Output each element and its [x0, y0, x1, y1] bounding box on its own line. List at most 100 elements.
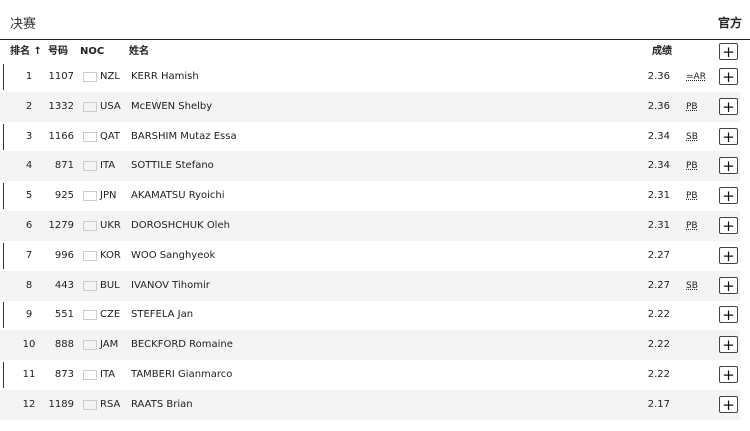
record-badge: PB [686, 221, 698, 231]
expand-row-button[interactable]: + [719, 68, 738, 85]
noc-cell: ITA [100, 160, 116, 172]
row-marker [3, 362, 4, 388]
expand-row-button[interactable]: + [719, 217, 738, 234]
athlete-name: DOROSHCHUK Oleh [131, 220, 230, 231]
result-cell: 2.27 [647, 249, 670, 261]
cze-flag-icon [83, 310, 97, 321]
result-cell: 2.22 [647, 339, 670, 351]
expand-all-button[interactable]: + [719, 43, 738, 60]
row-marker [3, 302, 4, 329]
bib-cell: 925 [54, 190, 74, 202]
official-label: 官方 [717, 16, 742, 30]
athlete-name: WOO Sanghyeok [131, 249, 216, 261]
expand-row-button[interactable]: + [719, 127, 738, 145]
kor-flag-icon [83, 250, 97, 261]
rank-cell: 9 [25, 309, 33, 321]
athlete-name: BARSHIM Mutaz Essa [131, 130, 237, 142]
table-row: 5 925 JPN AKAMATSU Ryoichi 2.31 PB + [0, 181, 740, 211]
noc-cell: QAT [100, 130, 121, 142]
ita-flag-icon [83, 370, 97, 380]
athlete-name: STEFELA Jan [131, 309, 194, 321]
rank-cell: 5 [25, 190, 33, 202]
jam-flag-icon [83, 340, 97, 351]
record-badge: PB [686, 161, 698, 172]
column-header-rank[interactable]: 排名 ↑ [10, 42, 42, 62]
expand-row-button[interactable]: + [719, 187, 738, 205]
expand-row-button[interactable]: + [719, 246, 738, 264]
rank-cell: 7 [25, 249, 33, 261]
usa-flag-icon [83, 101, 97, 112]
ukr-flag-icon [83, 221, 97, 231]
rank-cell: 10 [22, 339, 36, 351]
result-cell: 2.22 [647, 309, 670, 321]
rank-cell: 3 [25, 130, 33, 142]
noc-cell: RSA [100, 398, 121, 410]
rank-cell: 2 [25, 100, 33, 112]
result-cell: 2.34 [647, 160, 670, 172]
rsa-flag-icon [83, 399, 97, 410]
expand-row-button[interactable]: + [719, 306, 738, 324]
row-marker [3, 64, 4, 90]
athlete-name: RAATS Brian [131, 398, 193, 410]
result-cell: 2.27 [647, 279, 670, 291]
ita-flag-icon [83, 161, 97, 172]
bib-cell: 1332 [48, 100, 74, 112]
bib-cell: 871 [54, 160, 74, 172]
expand-row-button[interactable]: + [719, 157, 738, 175]
athlete-name: AKAMATSU Ryoichi [131, 190, 225, 202]
noc-cell: JPN [100, 190, 117, 202]
result-cell: 2.31 [647, 190, 670, 202]
expand-row-button[interactable]: + [719, 336, 738, 354]
noc-cell: KOR [100, 249, 121, 261]
table-row: 9 551 CZE STEFELA Jan 2.22 + [0, 300, 740, 330]
expand-row-button[interactable]: + [719, 395, 738, 413]
result-cell: 2.22 [647, 369, 670, 380]
table-row: 2 1332 USA McEWEN Shelby 2.36 PB + [0, 91, 740, 122]
nzl-flag-icon [83, 72, 97, 82]
qat-flag-icon [83, 131, 97, 142]
title-bar: 决赛 官方 [0, 0, 750, 40]
result-cell: 2.31 [647, 220, 670, 231]
row-marker [3, 123, 4, 150]
table-row: 11 873 ITA TAMBERI Gianmarco 2.22 + [0, 360, 740, 390]
expand-row-button[interactable]: + [719, 366, 738, 383]
column-header-result: 成绩 [652, 46, 672, 57]
rank-cell: 12 [22, 398, 36, 410]
noc-cell: USA [100, 100, 121, 112]
record-badge: PB [686, 101, 698, 112]
header-divider [0, 39, 750, 40]
athlete-name: McEWEN Shelby [131, 100, 213, 112]
noc-cell: CZE [100, 309, 121, 321]
row-marker [3, 242, 4, 269]
bib-cell: 1279 [48, 220, 74, 231]
result-cell: 2.34 [647, 130, 670, 142]
bib-cell: 996 [54, 249, 74, 261]
expand-row-button[interactable]: + [719, 276, 738, 294]
noc-cell: UKR [100, 220, 121, 231]
table-row: 6 1279 UKR DOROSHCHUK Oleh 2.31 PB + [0, 211, 740, 241]
table-row: 1 1107 NZL KERR Hamish 2.36 =AR + [0, 62, 740, 92]
rank-cell: 6 [25, 220, 33, 231]
rank-cell: 11 [22, 369, 36, 380]
table-row: 8 443 BUL IVANOV Tihomir 2.27 SB + [0, 270, 740, 301]
table-row: 3 1166 QAT BARSHIM Mutaz Essa 2.34 SB + [0, 122, 740, 152]
expand-row-button[interactable]: + [719, 97, 738, 115]
result-cell: 2.17 [647, 398, 670, 410]
bib-cell: 1107 [48, 71, 74, 82]
bul-flag-icon [83, 280, 97, 291]
record-badge: =AR [686, 72, 706, 82]
rank-cell: 8 [25, 279, 33, 291]
table-row: 7 996 KOR WOO Sanghyeok 2.27 + [0, 241, 740, 271]
athlete-name: TAMBERI Gianmarco [131, 369, 233, 380]
athlete-name: IVANOV Tihomir [131, 279, 210, 291]
record-badge: SB [686, 280, 698, 291]
column-header-bib: 号码 [48, 46, 68, 57]
record-badge: SB [686, 131, 698, 142]
noc-cell: BUL [100, 279, 120, 291]
table-row: 4 871 ITA SOTTILE Stefano 2.34 PB + [0, 151, 740, 182]
athlete-name: SOTTILE Stefano [131, 160, 214, 172]
noc-cell: JAM [100, 339, 119, 351]
bib-cell: 551 [54, 309, 74, 321]
result-cell: 2.36 [647, 71, 670, 82]
bib-cell: 873 [54, 369, 74, 380]
